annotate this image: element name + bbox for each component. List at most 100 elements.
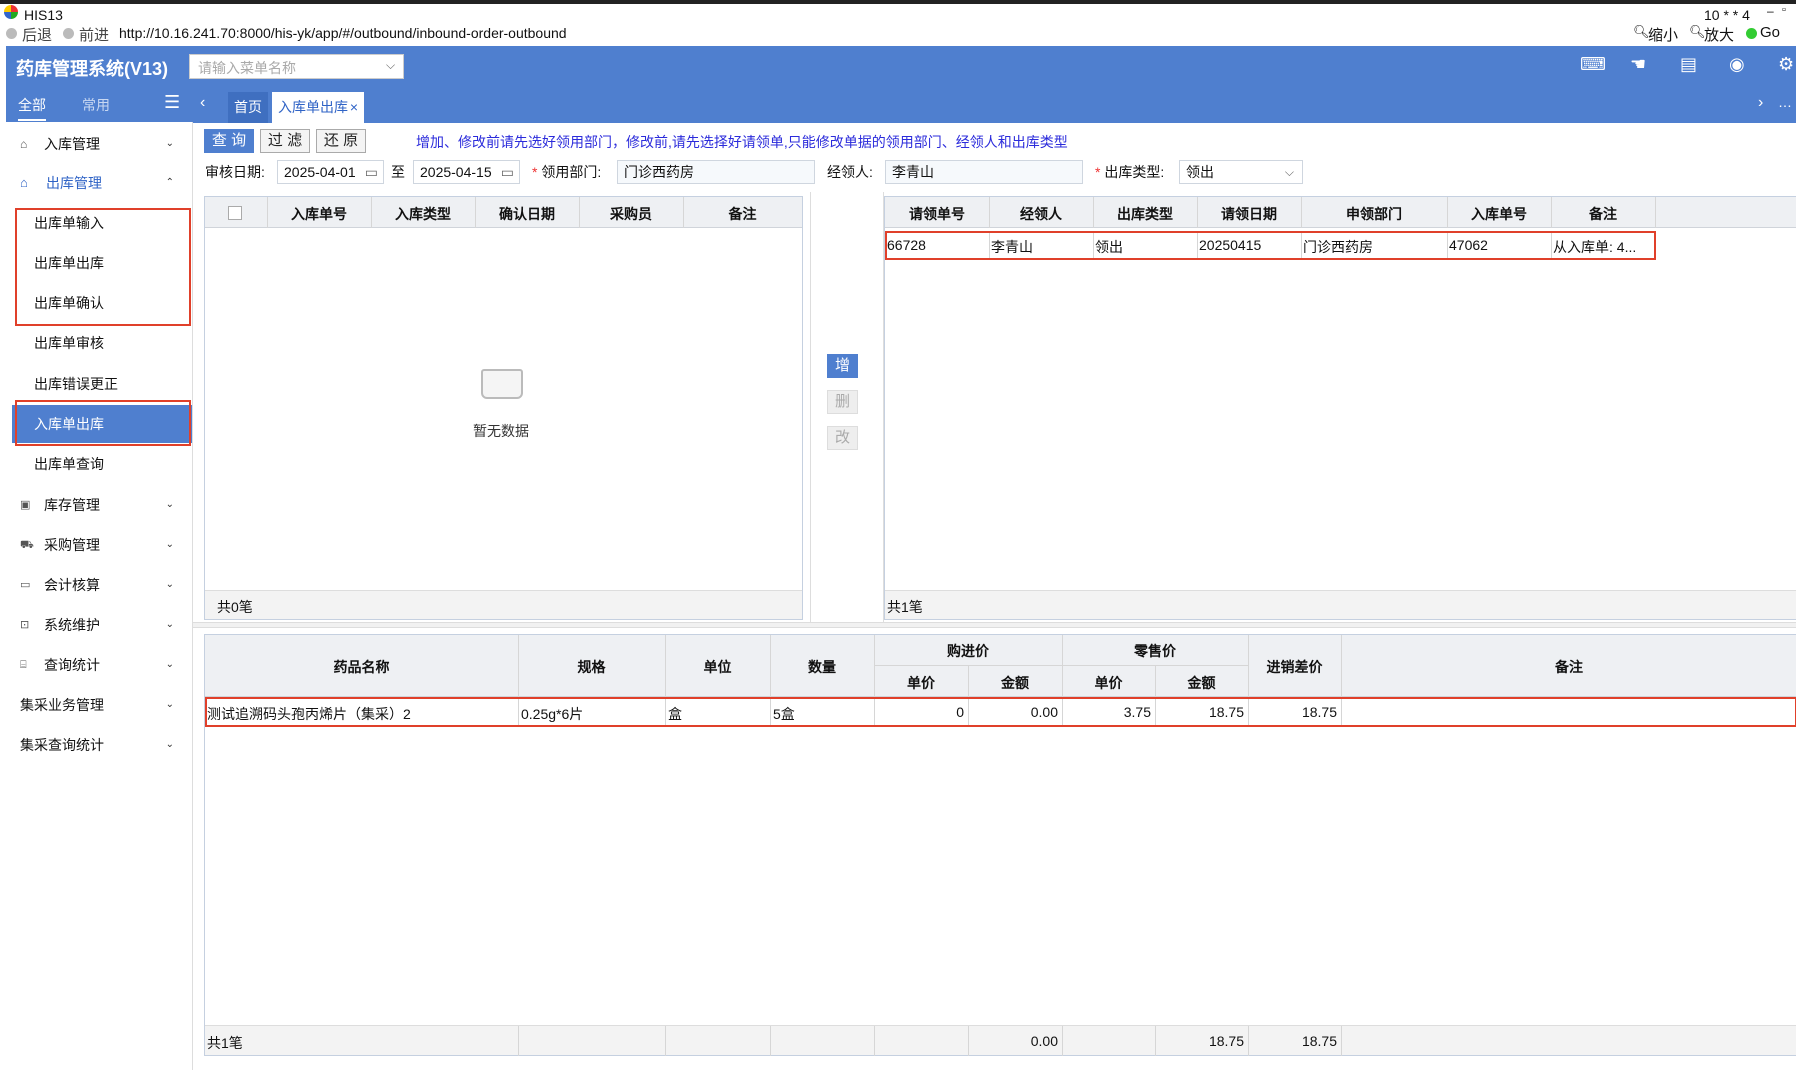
filter-button[interactable]: 过 滤 (260, 129, 310, 153)
more-icon[interactable]: … (1778, 94, 1792, 110)
empty-state-text: 暂无数据 (473, 423, 529, 439)
minimize-icon[interactable]: – (1767, 4, 1774, 18)
col-divider (267, 197, 268, 228)
highlight-box (885, 231, 1656, 260)
date-from-field[interactable]: 2025-04-01 ▭ (277, 160, 384, 184)
sidebar-item-accounting[interactable]: ▭ 会计核算 ⌄ (6, 566, 192, 604)
sidebar-item-purchase[interactable]: ⛟ 采购管理 ⌄ (6, 526, 192, 564)
dept-label-text: 领用部门: (541, 164, 602, 180)
back-icon[interactable] (6, 28, 17, 39)
sidebar-item-central-query[interactable]: 集采查询统计 ⌄ (6, 726, 192, 764)
column-header[interactable]: 入库类型 (371, 204, 475, 224)
col-divider (770, 1026, 771, 1056)
forward-icon[interactable] (63, 28, 74, 39)
sidebar-item-inbound[interactable]: ⌂ 入库管理 ⌄ (6, 125, 192, 163)
delete-button[interactable]: 删 (827, 390, 858, 414)
chevron-down-icon: ⌵ (1284, 165, 1294, 179)
menu-search-input[interactable]: 请输入菜单名称 ⌵ (189, 54, 404, 79)
eye-icon[interactable]: ◉ (1729, 54, 1745, 75)
back-button[interactable]: 后退 (22, 24, 52, 45)
column-header[interactable]: 采购员 (579, 204, 683, 224)
chevron-right-icon[interactable]: › (1758, 94, 1763, 112)
column-header[interactable]: 请领单号 (885, 204, 989, 224)
chevron-left-icon[interactable]: ‹ (200, 94, 205, 112)
app-title: 药库管理系统(V13) (16, 59, 169, 79)
sidebar-tab-common[interactable]: 常用 (82, 95, 110, 115)
column-header[interactable]: 药品名称 (205, 657, 518, 677)
chevron-down-icon: ⌄ (165, 699, 174, 710)
tab-inbound-outbound[interactable]: 入库单出库 × (272, 92, 364, 123)
tab-home[interactable]: 首页 (228, 92, 268, 123)
zoom-in-button[interactable]: 放大 (1704, 24, 1734, 45)
edit-button[interactable]: 改 (827, 426, 858, 450)
column-header[interactable]: 单价 (874, 673, 968, 693)
tab-bar: ‹ 首页 入库单出库 × › … (193, 86, 1796, 123)
date-to-field[interactable]: 2025-04-15 ▭ (413, 160, 520, 184)
column-header[interactable]: 数量 (770, 657, 874, 677)
column-header[interactable]: 经领人 (989, 204, 1093, 224)
forward-button[interactable]: 前进 (79, 24, 109, 45)
chevron-down-icon: ⌄ (165, 499, 174, 510)
column-header[interactable]: 备注 (683, 204, 802, 224)
sidebar-subitem-outbound-correct[interactable]: 出库错误更正 (6, 365, 192, 403)
add-button[interactable]: 增 (827, 354, 858, 378)
column-header[interactable]: 备注 (1341, 657, 1796, 677)
hand-icon[interactable]: ☚ (1630, 54, 1646, 75)
column-header[interactable]: 备注 (1551, 204, 1655, 224)
column-header[interactable]: 入库单号 (1447, 204, 1551, 224)
handler-value: 李青山 (892, 164, 934, 180)
col-divider (1447, 197, 1448, 228)
calendar-icon: ▭ (364, 164, 378, 180)
sidebar-item-stock[interactable]: ▣ 库存管理 ⌄ (6, 486, 192, 524)
requisition-grid: 请领单号 经领人 出库类型 请领日期 申领部门 入库单号 备注 66728 李青… (884, 196, 1796, 620)
menu-collapse-icon[interactable]: ☰ (164, 92, 180, 113)
grid-footer: 共0笔 (205, 590, 802, 619)
sidebar-subitem-outbound-audit[interactable]: 出库单审核 (6, 324, 192, 362)
grid-header: 药品名称 规格 单位 数量 购进价 单价 金额 零售价 单价 金额 进销差价 备… (205, 635, 1796, 697)
header-divider (874, 665, 1248, 666)
zoom-out-button[interactable]: 缩小 (1648, 24, 1678, 45)
query-button[interactable]: 查 询 (204, 129, 254, 153)
col-divider (1341, 1026, 1342, 1056)
chevron-up-icon: ⌃ (165, 177, 174, 188)
sidebar-subitem-outbound-query[interactable]: 出库单查询 (6, 445, 192, 483)
row-count: 共1笔 (887, 599, 923, 615)
select-all-checkbox[interactable] (228, 206, 242, 220)
document-icon[interactable]: ▤ (1680, 54, 1697, 75)
drug-detail-grid: 药品名称 规格 单位 数量 购进价 单价 金额 零售价 单价 金额 进销差价 备… (204, 634, 1796, 1056)
chevron-down-icon: ⌄ (165, 138, 174, 149)
sidebar-item-outbound[interactable]: ⌂ 出库管理 ⌃ (6, 164, 192, 202)
sidebar-item-central-purchase[interactable]: 集采业务管理 ⌄ (6, 686, 192, 724)
splitter-handle[interactable] (193, 622, 1796, 628)
column-header[interactable]: 金额 (1155, 673, 1248, 693)
dept-field[interactable]: 门诊西药房 (617, 160, 815, 184)
go-button[interactable]: Go (1760, 24, 1780, 41)
sidebar-item-label: 采购管理 (44, 537, 100, 553)
column-header[interactable]: 进销差价 (1248, 657, 1341, 677)
column-header[interactable]: 确认日期 (475, 204, 579, 224)
sidebar-item-label: 查询统计 (44, 657, 100, 673)
column-header[interactable]: 规格 (518, 657, 665, 677)
column-header[interactable]: 单价 (1062, 673, 1155, 693)
column-header[interactable]: 入库单号 (267, 204, 371, 224)
sidebar-item-stats[interactable]: ⌸ 查询统计 ⌄ (6, 646, 192, 684)
handler-field[interactable]: 李青山 (885, 160, 1083, 184)
tab-label: 入库单出库 (278, 99, 348, 115)
restore-icon[interactable]: ▫ (1782, 4, 1786, 16)
column-header[interactable]: 请领日期 (1197, 204, 1301, 224)
column-header[interactable]: 申领部门 (1301, 204, 1447, 224)
sidebar-item-system[interactable]: ⊡ 系统维护 ⌄ (6, 606, 192, 644)
sidebar-tab-all[interactable]: 全部 (18, 95, 46, 121)
col-divider (1655, 197, 1656, 228)
restore-button[interactable]: 还 原 (316, 129, 366, 153)
close-icon[interactable]: × (350, 92, 358, 123)
url-field[interactable]: http://10.16.241.70:8000/his-yk/app/#/ou… (119, 25, 567, 41)
monitor-icon[interactable]: ⌨ (1580, 54, 1606, 75)
dept-value: 门诊西药房 (624, 164, 694, 180)
column-header[interactable]: 金额 (968, 673, 1062, 693)
column-header[interactable]: 单位 (665, 657, 770, 677)
column-header: 零售价 (1134, 643, 1176, 659)
type-select[interactable]: 领出 ⌵ (1179, 160, 1303, 184)
gear-icon[interactable]: ⚙ (1778, 54, 1794, 75)
column-header[interactable]: 出库类型 (1093, 204, 1197, 224)
